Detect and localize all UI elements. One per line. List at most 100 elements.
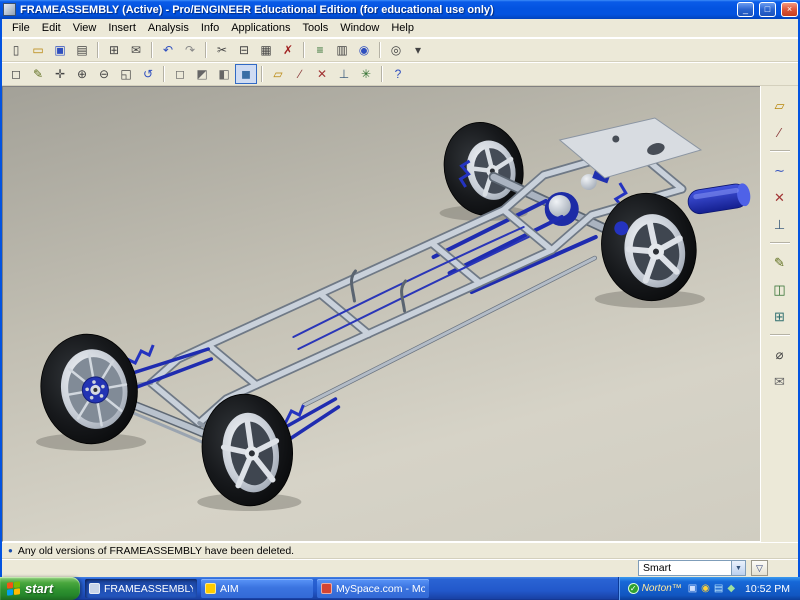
search-icon[interactable]: ◎ <box>385 40 407 60</box>
toolbar-button-glyph: ▱ <box>273 68 282 80</box>
toolbar-button-glyph: ⊟ <box>239 44 249 56</box>
minimize-button[interactable]: _ <box>737 2 754 17</box>
pan-icon[interactable]: ✛ <box>49 64 71 84</box>
datum-planes-toggle-icon[interactable]: ▱ <box>267 64 289 84</box>
feature-tool-glyph: ▱ <box>775 99 785 112</box>
datum-curve-tool-icon[interactable]: ∼ <box>767 159 793 181</box>
toolbar-button-glyph: ⊖ <box>99 68 109 80</box>
redo-icon[interactable]: ↷ <box>179 40 201 60</box>
new-file-icon[interactable]: ▯ <box>5 40 27 60</box>
toolbar-button-glyph: ↺ <box>143 68 153 80</box>
selection-filter-bar: Smart ▼ ▽ <box>2 558 798 577</box>
datum-point-tool-icon[interactable]: ✕ <box>767 186 793 208</box>
create-component-icon[interactable]: ⊞ <box>767 305 793 327</box>
menu-info[interactable]: Info <box>195 20 225 36</box>
menu-analysis[interactable]: Analysis <box>142 20 195 36</box>
maximize-button[interactable]: □ <box>759 2 776 17</box>
toolbar-button-glyph: ▦ <box>260 44 271 56</box>
feature-toolbar: ▱ ∕ ∼ ✕ ⊥ ✎ ◫ ⊞ <box>760 86 798 542</box>
hidden-line-icon[interactable]: ◩ <box>191 64 213 84</box>
repaint-icon[interactable]: ↺ <box>137 64 159 84</box>
zoom-out-icon[interactable]: ⊖ <box>93 64 115 84</box>
toolbar-button-glyph: ◉ <box>359 44 369 56</box>
titlebar: FRAMEASSEMBLY (Active) - Pro/ENGINEER Ed… <box>0 0 800 19</box>
menu-view[interactable]: View <box>67 20 103 36</box>
toolbar-separator <box>151 42 153 58</box>
menu-applications[interactable]: Applications <box>225 20 296 36</box>
toolbar-button-glyph: ≡ <box>316 44 323 56</box>
top-toolbar: ▯ ▭ ▣ ▤ ⊞ ✉ ↶ ↷ ✂ <box>2 38 798 62</box>
toolbar-button-glyph: ▣ <box>54 44 65 56</box>
undo-icon[interactable]: ↶ <box>157 40 179 60</box>
toolbar-button-glyph: ◼ <box>241 68 251 80</box>
cut-icon[interactable]: ✂ <box>211 40 233 60</box>
copy-drawing-icon[interactable]: ⊞ <box>103 40 125 60</box>
menu-tools[interactable]: Tools <box>297 20 335 36</box>
display-tray-icon[interactable]: ▣ <box>688 584 697 594</box>
menu-window[interactable]: Window <box>334 20 385 36</box>
measure-tool-icon[interactable]: ⌀ <box>767 343 793 365</box>
datum-points-toggle-icon[interactable]: ✕ <box>311 64 333 84</box>
toolbar-separator <box>163 66 165 82</box>
copy-icon[interactable]: ⊟ <box>233 40 255 60</box>
menu-edit[interactable]: Edit <box>36 20 67 36</box>
no-hidden-icon[interactable]: ◧ <box>213 64 235 84</box>
datum-axis-tool-icon[interactable]: ∕ <box>767 121 793 143</box>
csys-toggle-icon[interactable]: ⊥ <box>333 64 355 84</box>
datum-plane-tool-icon[interactable]: ▱ <box>767 94 793 116</box>
task-myspace-mozilla[interactable]: MySpace.com - Mozil... <box>317 579 429 598</box>
notes-tool-icon[interactable]: ✉ <box>767 370 793 392</box>
task-frameassembly[interactable]: FRAMEASSEMBLY (Ac... <box>85 579 197 598</box>
chassis-model-3d <box>3 87 760 541</box>
mail-icon[interactable]: ✉ <box>125 40 147 60</box>
info-window-icon[interactable]: ◉ <box>353 40 375 60</box>
delete-icon[interactable]: ✗ <box>277 40 299 60</box>
assemble-component-icon[interactable]: ◫ <box>767 278 793 300</box>
sketch-tool-icon[interactable]: ✎ <box>767 251 793 273</box>
network-tray-icon[interactable]: ▤ <box>714 584 723 594</box>
paste-icon[interactable]: ▦ <box>255 40 277 60</box>
refit-icon[interactable]: ◱ <box>115 64 137 84</box>
model-tree-icon[interactable]: ≡ <box>309 40 331 60</box>
start-button[interactable]: start <box>0 577 80 600</box>
norton-label: Norton™ <box>642 583 682 594</box>
graphics-viewport[interactable] <box>2 86 760 542</box>
list-view-icon[interactable]: ▥ <box>331 40 353 60</box>
antivirus-tray-icon[interactable]: ◉ <box>701 584 710 594</box>
select-filter-icon[interactable]: ◻ <box>5 64 27 84</box>
datum-axes-toggle-icon[interactable]: ∕ <box>289 64 311 84</box>
feature-tool-glyph: ⊞ <box>774 310 785 323</box>
selection-filter-combobox[interactable]: Smart ▼ <box>638 560 746 576</box>
taskbar-clock: 10:52 PM <box>745 583 790 595</box>
front-left-wheel <box>32 327 146 452</box>
context-help-icon[interactable]: ? <box>387 64 409 84</box>
feature-tool-glyph: ∕ <box>778 126 780 139</box>
close-button[interactable]: × <box>781 2 798 17</box>
tray-icons: ▣ ◉ ▤ ◆ <box>688 584 735 594</box>
toolbar-separator <box>303 42 305 58</box>
shaded-icon[interactable]: ◼ <box>235 64 257 84</box>
filter-icon[interactable]: ▽ <box>751 560 768 576</box>
print-icon[interactable]: ▤ <box>71 40 93 60</box>
task-icon <box>89 583 100 594</box>
spin-center-toggle-icon[interactable]: ✳ <box>355 64 377 84</box>
menu-insert[interactable]: Insert <box>102 20 142 36</box>
open-file-icon[interactable]: ▭ <box>27 40 49 60</box>
zoom-in-icon[interactable]: ⊕ <box>71 64 93 84</box>
wireframe-icon[interactable]: ◻ <box>169 64 191 84</box>
coordinate-system-tool-icon[interactable]: ⊥ <box>767 213 793 235</box>
status-bullet-icon: ● <box>8 546 13 555</box>
sketcher-icon[interactable]: ✎ <box>27 64 49 84</box>
menu-help[interactable]: Help <box>385 20 420 36</box>
menu-file[interactable]: File <box>6 20 36 36</box>
messenger-tray-icon[interactable]: ◆ <box>727 584 735 594</box>
toolbar-options-icon[interactable]: ▾ <box>407 40 429 60</box>
save-icon[interactable]: ▣ <box>49 40 71 60</box>
taskbar-tasks: FRAMEASSEMBLY (Ac... AIM MySpace.com - M… <box>80 577 618 600</box>
norton-tray-badge[interactable]: ✓ Norton™ <box>628 583 682 594</box>
toolbar-button-glyph: ⊕ <box>77 68 87 80</box>
task-aim[interactable]: AIM <box>201 579 313 598</box>
chevron-down-icon[interactable]: ▼ <box>731 561 745 575</box>
feature-tool-glyph: ◫ <box>773 283 785 296</box>
app-client-area: File Edit View Insert Analysis Info Appl… <box>0 19 800 577</box>
